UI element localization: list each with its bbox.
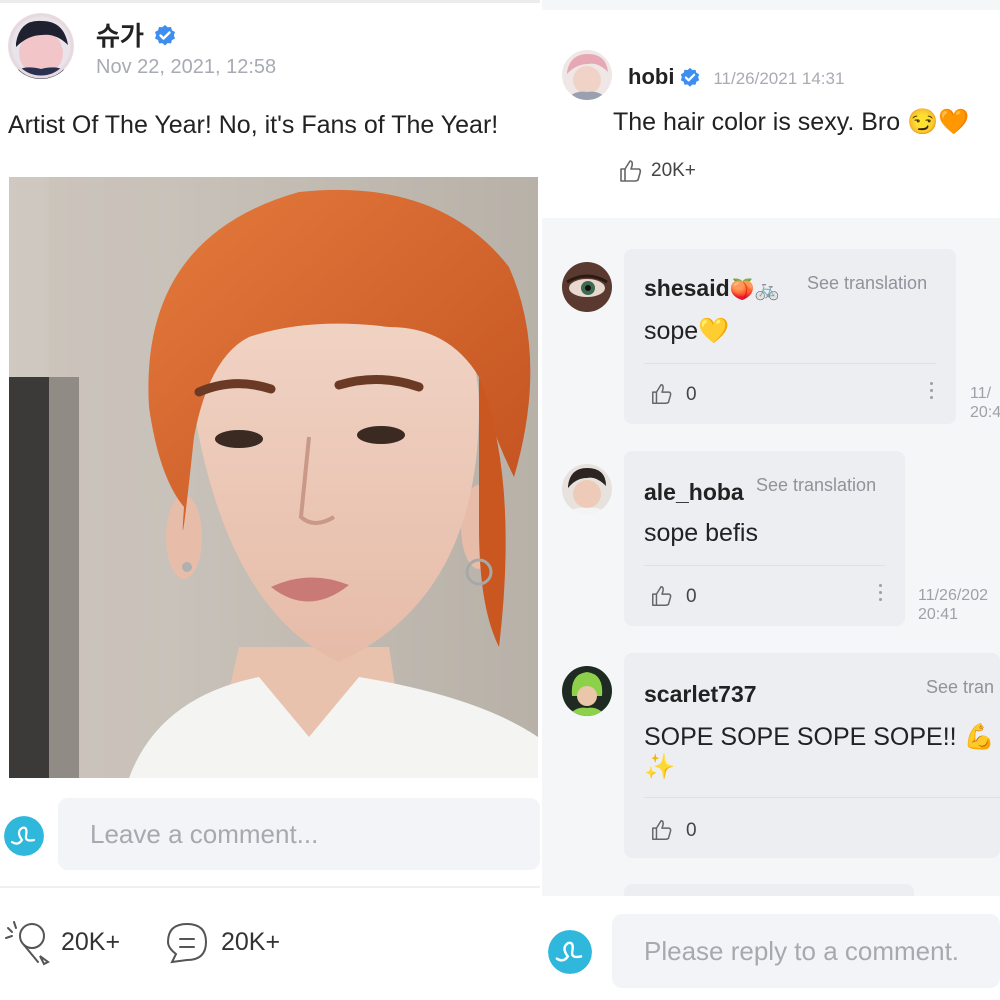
scarlet737-comment-emoji-line: ✨: [644, 753, 676, 781]
ale-hoba-avatar[interactable]: [562, 464, 612, 514]
comment-input[interactable]: Leave a comment...: [58, 798, 540, 870]
parent-comment-card: hobi 11/26/2021 14:31 The hair color is …: [542, 10, 1000, 218]
bubble-separator: [644, 565, 885, 566]
hobi-avatar[interactable]: [562, 50, 612, 100]
hobi-like-count: 20K+: [651, 160, 696, 181]
bubble-separator: [644, 363, 936, 364]
reply-input-placeholder: Please reply to a comment.: [644, 936, 960, 966]
shesaid-time: 20:4: [970, 404, 1000, 421]
comment-action[interactable]: 20K+: [164, 918, 304, 968]
shesaid-name-emoji: 🍑🚲: [729, 279, 780, 301]
shesaid-comment-emoji: 💛: [698, 317, 730, 345]
thumbs-up-icon: [652, 586, 672, 606]
scarlet737-comment-emoji: 💪: [963, 723, 995, 751]
shesaid-like-action[interactable]: 0: [650, 382, 730, 410]
more-options-icon[interactable]: [930, 382, 934, 403]
post-text: Artist Of The Year! No, it's Fans of The…: [8, 111, 499, 139]
ale-hoba-comment-text: sope befis: [644, 519, 758, 547]
action-divider: [0, 886, 540, 888]
more-options-icon[interactable]: [879, 584, 883, 605]
hobi-comment-emoji: 😏🧡: [907, 108, 970, 136]
comment-bubble-scarlet737: scarlet737 See tran SOPE SOPE SOPE SOPE!…: [624, 653, 1000, 858]
author-name[interactable]: 슈가: [96, 21, 144, 51]
ale-hoba-like-action[interactable]: 0: [650, 584, 730, 612]
bubble-separator: [644, 797, 1000, 798]
shesaid-timestamp: 11/ 20:4: [970, 384, 1000, 422]
reply-bar: Please reply to a comment.: [542, 896, 1000, 1000]
ale-hoba-timestamp: 11/26/202 20:41: [918, 586, 988, 624]
post-timestamp: Nov 22, 2021, 12:58: [96, 56, 277, 78]
scarlet737-comment-text: SOPE SOPE SOPE SOPE!!: [644, 723, 957, 751]
ale-hoba-like-count: 0: [686, 586, 697, 607]
scarlet737-comment-text-row: SOPE SOPE SOPE SOPE!! 💪: [644, 723, 995, 752]
post-photo[interactable]: [9, 177, 538, 778]
comment-thread-panel: hobi 11/26/2021 14:31 The hair color is …: [542, 0, 1000, 1000]
see-translation-link[interactable]: See translation: [756, 475, 876, 496]
post-panel: 슈가 Nov 22, 2021, 12:58 Artist Of The Yea…: [0, 0, 540, 1000]
ale-hoba-time: 20:41: [918, 606, 959, 623]
see-translation-link[interactable]: See tran: [926, 677, 994, 698]
author-name-row: 슈가: [96, 16, 177, 53]
lightstick-like-icon: [5, 921, 50, 966]
top-border: [0, 0, 540, 3]
hobi-comment-text-row: The hair color is sexy. Bro 😏🧡: [613, 108, 969, 137]
scarlet737-like-action[interactable]: 0: [650, 818, 730, 846]
thumbs-up-icon: [620, 160, 642, 182]
hobi-name-row: hobi 11/26/2021 14:31: [628, 64, 844, 90]
shesaid-like-count: 0: [686, 384, 697, 405]
shesaid-comment-text-row: sope💛: [644, 317, 729, 346]
shesaid-avatar[interactable]: [562, 262, 612, 312]
scarlet737-avatar[interactable]: [562, 666, 612, 716]
current-user-avatar: [4, 816, 44, 856]
thumbs-up-icon: [652, 384, 672, 404]
comment-count: 20K+: [221, 928, 281, 956]
author-avatar[interactable]: [8, 13, 74, 79]
see-translation-link[interactable]: See translation: [807, 273, 927, 294]
current-user-avatar: [548, 930, 592, 974]
verified-badge-icon: [680, 67, 700, 87]
comment-bubble-ale-hoba: ale_hoba See translation sope befis 0: [624, 451, 905, 626]
shesaid-comment-text: sope: [644, 317, 699, 345]
hobi-name[interactable]: hobi: [628, 64, 674, 89]
hobi-like-action[interactable]: 20K+: [618, 158, 738, 188]
verified-badge-icon: [155, 25, 176, 46]
comment-input-placeholder: Leave a comment...: [90, 819, 319, 849]
shesaid-name-row: shesaid🍑🚲: [644, 275, 779, 302]
hobi-comment-text: The hair color is sexy. Bro: [613, 108, 901, 136]
like-count: 20K+: [61, 928, 121, 956]
ale-hoba-date: 11/26/202: [918, 587, 988, 604]
comment-bubble-shesaid: shesaid🍑🚲 See translation sope💛 0: [624, 249, 956, 424]
shesaid-date: 11/: [970, 385, 992, 402]
like-action[interactable]: 20K+: [4, 918, 144, 968]
scarlet737-like-count: 0: [686, 820, 697, 841]
hobi-timestamp: 11/26/2021 14:31: [713, 69, 845, 88]
shesaid-name[interactable]: shesaid: [644, 275, 730, 301]
thumbs-up-icon: [652, 820, 672, 840]
scarlet737-name[interactable]: scarlet737: [644, 681, 757, 708]
comment-bubble-icon: [166, 922, 208, 964]
reply-input[interactable]: Please reply to a comment.: [612, 914, 1000, 988]
ale-hoba-name[interactable]: ale_hoba: [644, 479, 744, 506]
